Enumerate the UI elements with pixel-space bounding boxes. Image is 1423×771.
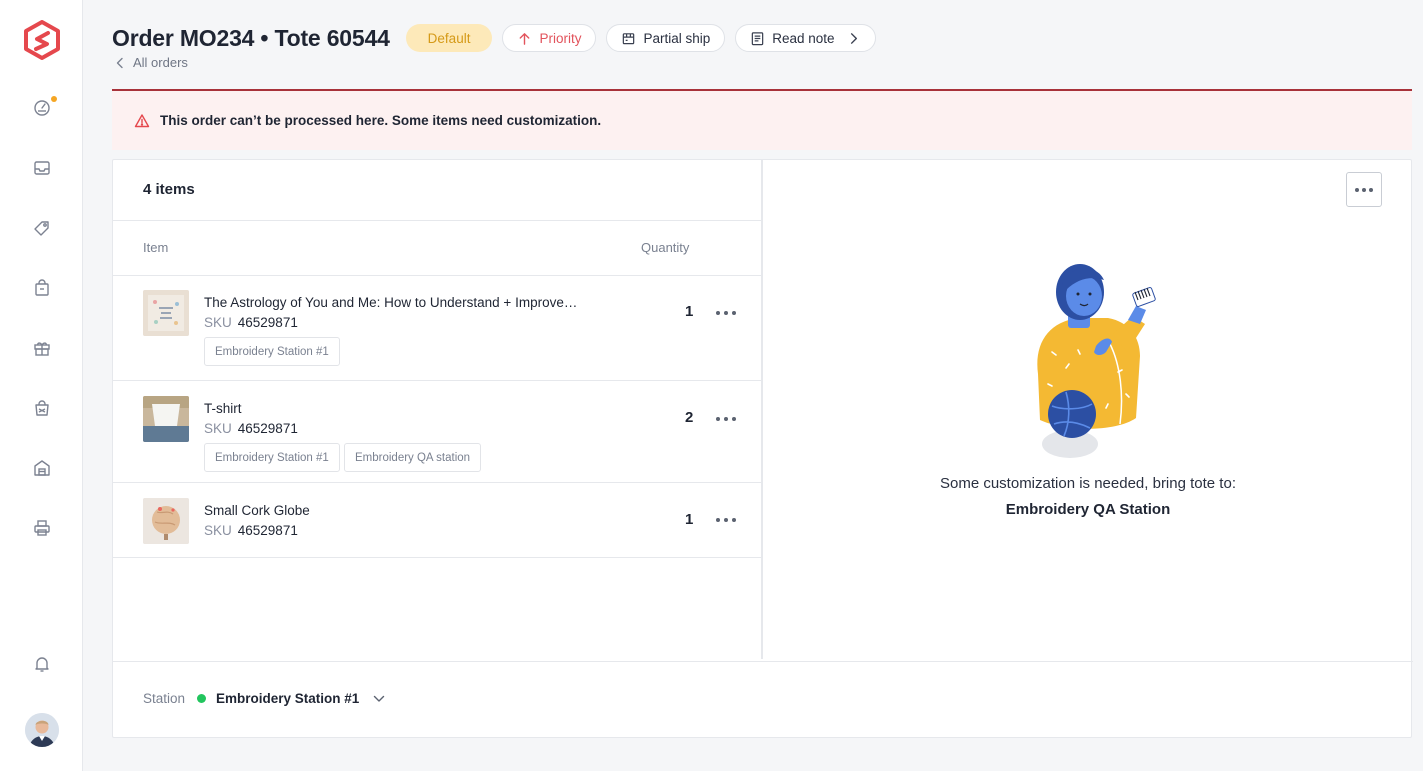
page-header: Order MO234 • Tote 60544 Default Priorit…: [112, 22, 876, 54]
bag-icon: [35, 279, 49, 296]
column-header-item: Item: [143, 240, 169, 255]
nav-notifications[interactable]: [30, 652, 54, 676]
customization-illustration: [1037, 264, 1156, 458]
priority-badge-label: Priority: [539, 30, 582, 46]
shop-bag-icon: [35, 400, 49, 416]
product-thumbnail: [143, 498, 189, 544]
station-tag: Embroidery QA station: [344, 443, 482, 472]
default-badge-label: Default: [427, 30, 471, 46]
arrow-up-icon: [520, 32, 530, 45]
book-cover-image: [143, 290, 189, 336]
sku-value: 46529871: [237, 315, 298, 330]
product-sku: SKU 46529871: [204, 421, 298, 436]
partial-ship-badge[interactable]: Partial ship: [606, 24, 726, 52]
sku-label: SKU: [204, 421, 232, 436]
avatar[interactable]: [25, 713, 59, 747]
row-more-button[interactable]: [716, 514, 736, 526]
note-icon: [752, 31, 764, 45]
notification-dot: [51, 96, 57, 102]
product-name: T-shirt: [204, 401, 242, 416]
nav-dashboard[interactable]: [30, 96, 57, 120]
default-badge[interactable]: Default: [405, 24, 493, 52]
chevron-right-icon: [850, 32, 857, 44]
inbox-icon: [34, 161, 50, 175]
package-icon: [623, 32, 635, 44]
page-title: Order MO234 • Tote 60544: [112, 24, 390, 51]
read-note-button[interactable]: Read note: [735, 24, 876, 52]
product-sku: SKU 46529871: [204, 523, 298, 538]
tshirt-image: [143, 396, 189, 442]
nav-gift[interactable]: [30, 336, 54, 360]
sku-value: 46529871: [237, 523, 298, 538]
product-quantity: 2: [685, 409, 694, 426]
warning-icon: [134, 113, 150, 127]
divider: [113, 220, 763, 221]
tag-icon: [34, 221, 49, 236]
alert-message: This order can’t be processed here. Some…: [160, 113, 602, 128]
brand-logo[interactable]: [24, 20, 60, 60]
sku-label: SKU: [204, 315, 232, 330]
product-sku: SKU 46529871: [204, 315, 298, 330]
column-header-quantity: Quantity: [641, 240, 690, 255]
warehouse-icon: [34, 460, 50, 476]
nav-inbox[interactable]: [30, 156, 54, 180]
priority-badge[interactable]: Priority: [502, 24, 597, 52]
customization-message: Some customization is needed, bring tote…: [939, 475, 1236, 492]
station-tag: Embroidery Station #1: [204, 443, 340, 472]
partial-ship-label: Partial ship: [643, 30, 711, 46]
user-avatar-image: [25, 713, 59, 747]
station-label: Station: [143, 691, 186, 706]
station-status-dot: [197, 694, 207, 703]
sidebar: [0, 0, 83, 771]
sku-label: SKU: [204, 523, 232, 538]
read-note-label: Read note: [772, 30, 835, 46]
divider: [113, 275, 763, 276]
product-name: The Astrology of You and Me: How to Unde…: [204, 295, 578, 310]
printer-icon: [34, 520, 50, 536]
product-quantity: 1: [685, 511, 694, 528]
divider: [113, 661, 1413, 662]
station-selector[interactable]: Station Embroidery Station #1: [143, 691, 385, 706]
nav-print[interactable]: [30, 516, 54, 540]
bell-icon: [35, 657, 49, 672]
dashboard-icon: [34, 100, 50, 116]
nav-tags[interactable]: [30, 216, 54, 240]
items-panel: 4 items Item Quantity The Astrology of Y…: [113, 160, 763, 659]
globe-image: [143, 498, 189, 544]
divider: [113, 557, 763, 558]
breadcrumb-back[interactable]: All orders: [116, 55, 188, 70]
order-card: 4 items Item Quantity The Astrology of Y…: [112, 159, 1413, 738]
row-more-button[interactable]: [716, 413, 736, 425]
gift-icon: [34, 342, 50, 356]
items-count: 4 items: [143, 181, 195, 198]
product-name: Small Cork Globe: [204, 503, 310, 518]
breadcrumb-label: All orders: [133, 55, 188, 70]
station-value: Embroidery Station #1: [216, 691, 360, 706]
nav-warehouse[interactable]: [30, 456, 54, 480]
row-more-button[interactable]: [716, 307, 736, 319]
chevron-down-icon[interactable]: [373, 695, 385, 703]
error-alert: This order can’t be processed here. Some…: [112, 89, 1412, 150]
product-thumbnail: [143, 396, 189, 442]
chevron-left-icon: [116, 57, 123, 68]
divider: [113, 380, 763, 381]
product-thumbnail: [143, 290, 189, 336]
sku-value: 46529871: [237, 421, 298, 436]
divider: [113, 482, 763, 483]
nav-bag[interactable]: [30, 276, 54, 300]
nav-shop[interactable]: [30, 396, 54, 420]
target-station: Embroidery QA Station: [1005, 501, 1171, 518]
more-options-button[interactable]: [1346, 172, 1382, 207]
product-quantity: 1: [685, 303, 694, 320]
station-tag: Embroidery Station #1: [204, 337, 340, 366]
